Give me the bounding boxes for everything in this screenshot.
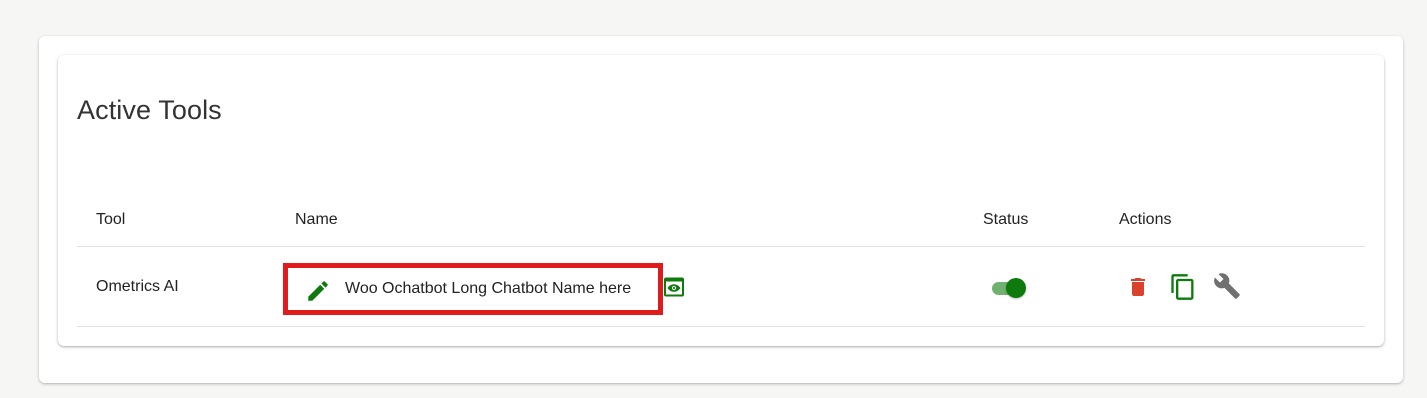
outer-card: Active Tools Tool Name Status Actions Om… (39, 36, 1403, 383)
toggle-thumb (1006, 278, 1026, 298)
trash-icon (1131, 278, 1145, 296)
eye-icon (664, 277, 684, 297)
column-header-actions: Actions (1119, 210, 1172, 228)
delete-button[interactable] (1124, 273, 1152, 301)
status-toggle[interactable] (990, 277, 1026, 299)
chatbot-name: Woo Ochatbot Long Chatbot Name here (345, 280, 632, 297)
table-row: Ometrics AI Woo Ochatbot Long Chatbot Na… (77, 247, 1365, 327)
column-header-status: Status (983, 210, 1029, 228)
column-header-tool: Tool (96, 210, 126, 228)
copy-button[interactable] (1169, 273, 1197, 301)
table-header-row: Tool Name Status Actions (77, 193, 1365, 247)
page-title: Active Tools (77, 95, 222, 125)
copy-icon (1171, 274, 1194, 300)
wrench-icon (1214, 273, 1240, 299)
active-tools-card: Active Tools Tool Name Status Actions Om… (58, 55, 1384, 346)
name-highlight-box: Woo Ochatbot Long Chatbot Name here (283, 263, 663, 315)
column-header-name: Name (295, 210, 338, 228)
tools-table: Tool Name Status Actions Ometrics AI Woo… (77, 193, 1365, 327)
settings-button[interactable] (1213, 272, 1241, 300)
edit-name-button[interactable] (304, 277, 332, 305)
tool-cell: Ometrics AI (96, 277, 179, 295)
preview-button[interactable] (662, 275, 686, 299)
pencil-icon (308, 281, 328, 301)
